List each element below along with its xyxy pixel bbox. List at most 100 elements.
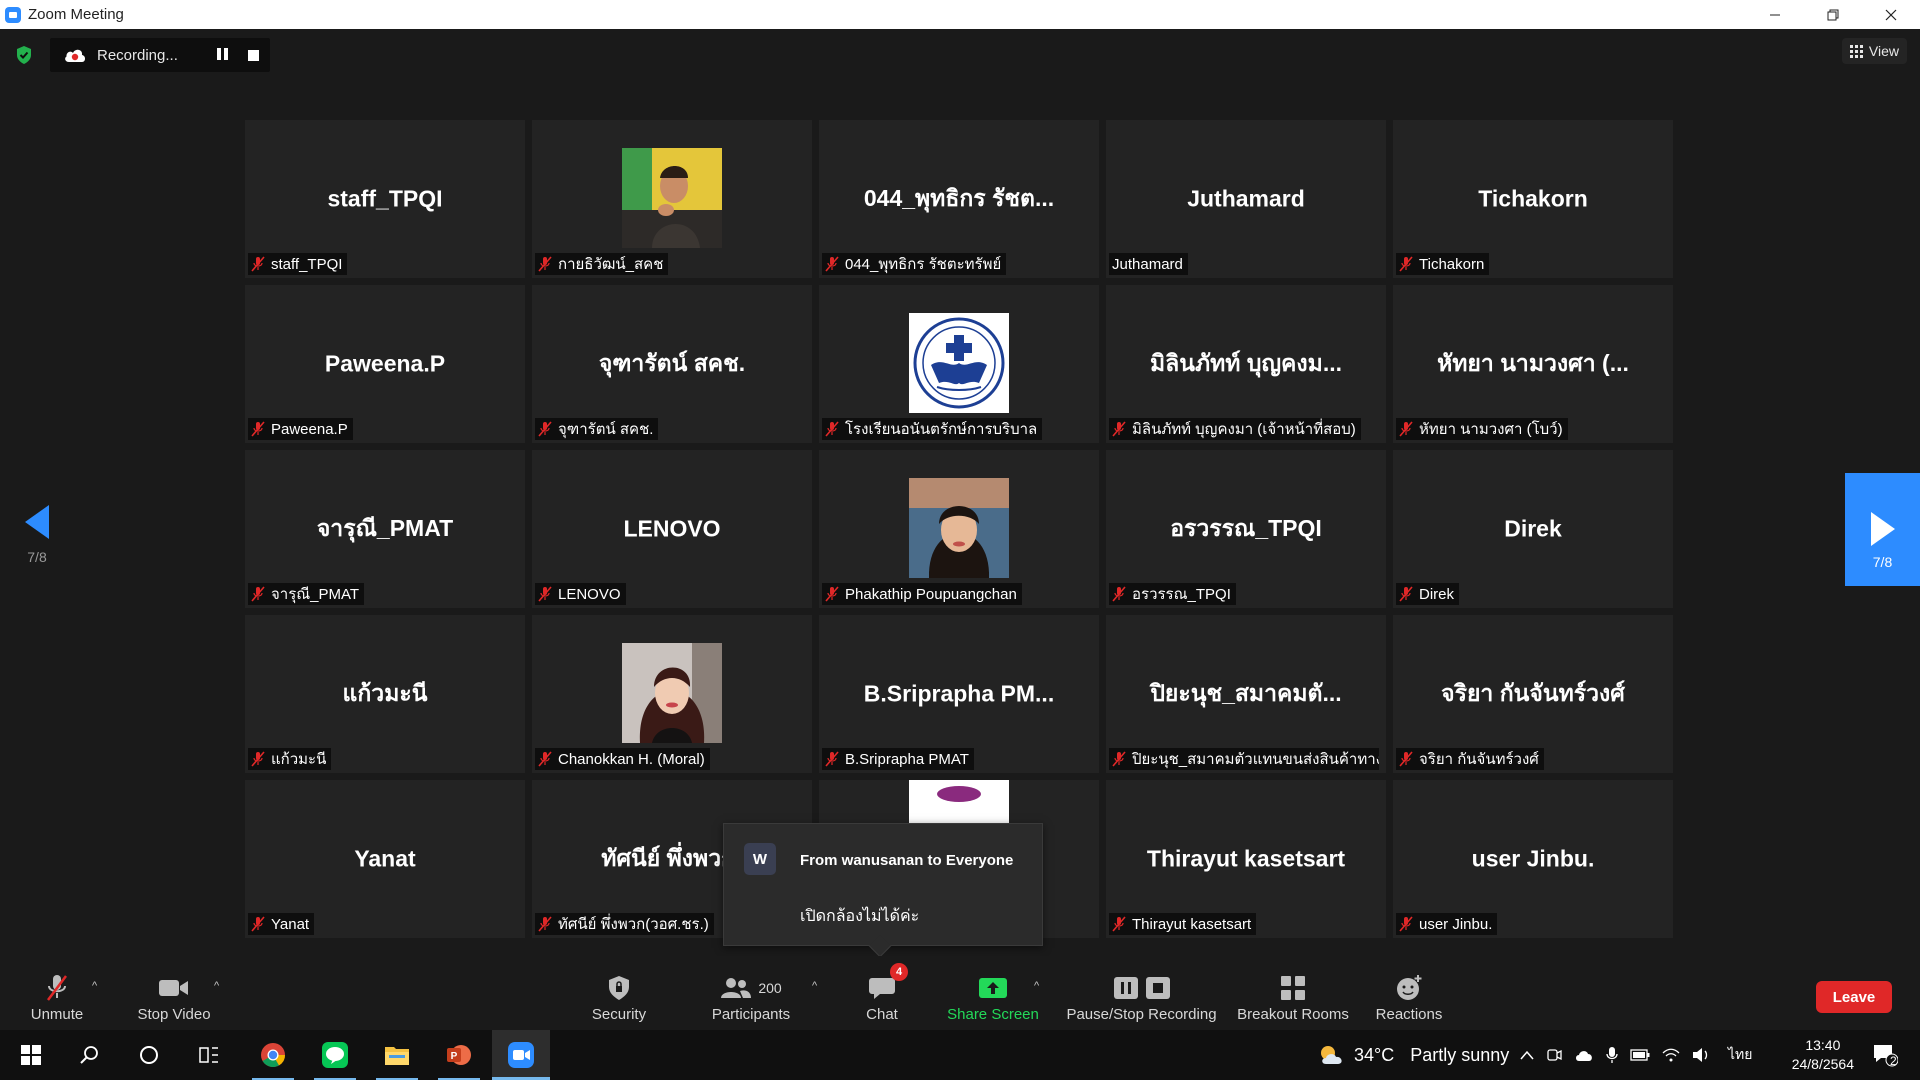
mic-muted-icon [825, 256, 839, 272]
speaker-icon[interactable] [1692, 1047, 1710, 1063]
task-view-icon [199, 1047, 218, 1063]
mic-muted-icon [1399, 916, 1413, 932]
participant-display-name: Juthamard [1187, 185, 1305, 212]
participant-name: Thirayut kasetsart [1132, 915, 1252, 933]
participant-tile[interactable]: จุฑารัตน์ สคช. จุฑารัตน์ สคช. [532, 285, 812, 443]
participant-tile[interactable]: Paweena.P Paweena.P [245, 285, 525, 443]
video-options-caret[interactable]: ^ [214, 980, 219, 992]
security-shield-icon [609, 976, 629, 1000]
taskbar-search-button[interactable] [60, 1030, 118, 1080]
participant-tile[interactable]: กายธิวัฒน์_สคช [532, 120, 812, 278]
action-center-button[interactable]: 2 [1860, 1030, 1910, 1080]
onedrive-cloud-icon[interactable] [1574, 1048, 1594, 1062]
participant-tile[interactable]: มิลินภัทท์ บุญคงม... มิลินภัทท์ บุญคงมา (… [1106, 285, 1386, 443]
participant-tile[interactable]: Juthamard Juthamard [1106, 120, 1386, 278]
wifi-icon[interactable] [1662, 1047, 1680, 1063]
participant-tile[interactable]: หัทยา นามวงศา (... หัทยา นามวงศา (โบว์) [1393, 285, 1673, 443]
line-app-icon [322, 1042, 348, 1068]
restore-button[interactable] [1804, 0, 1862, 29]
mic-muted-icon [538, 586, 552, 602]
close-button[interactable] [1862, 0, 1920, 29]
participant-name: Direk [1419, 585, 1455, 603]
participant-name-tag: มิลินภัทท์ บุญคงมา (เจ้าหน้าที่สอบ) [1109, 418, 1361, 440]
participant-tile[interactable]: staff_TPQI staff_TPQI [245, 120, 525, 278]
participant-name: จารุณี_PMAT [271, 586, 360, 603]
participants-button[interactable]: 200 Participants [706, 956, 796, 1030]
participants-options-caret[interactable]: ^ [812, 980, 817, 992]
battery-icon[interactable] [1630, 1049, 1650, 1061]
mic-muted-icon [825, 421, 839, 437]
breakout-rooms-button[interactable]: Breakout Rooms [1234, 956, 1352, 1030]
participant-tile[interactable]: LENOVO LENOVO [532, 450, 812, 608]
participant-tile[interactable]: Chanokkan H. (Moral) [532, 615, 812, 773]
chat-button[interactable]: 4 Chat [852, 956, 912, 1030]
participant-display-name: จารุณี_PMAT [316, 515, 454, 541]
next-page-button[interactable]: 7/8 [1845, 473, 1920, 586]
input-language[interactable]: ไทย [1728, 1044, 1752, 1066]
audio-options-caret[interactable]: ^ [92, 980, 97, 992]
participant-tile[interactable]: B.Sriprapha PM... B.Sriprapha PMAT [819, 615, 1099, 773]
participant-name: ปิยะนุช_สมาคมตัวแทนขนส่งสินค้าทางอ... [1132, 751, 1379, 768]
previous-page-button[interactable]: 7/8 [20, 505, 54, 575]
start-button[interactable] [2, 1030, 60, 1080]
security-button[interactable]: Security [584, 956, 654, 1030]
breakout-rooms-icon [1281, 976, 1305, 1000]
participant-tile[interactable]: โรงเรียนอนันตรักษ์การบริบาล [819, 285, 1099, 443]
participant-tile[interactable]: user Jinbu. user Jinbu. [1393, 780, 1673, 938]
participant-display-name: user Jinbu. [1471, 845, 1595, 872]
stop-icon [1145, 977, 1170, 999]
taskbar-clock[interactable]: 13:40 24/8/2564 [1792, 1036, 1854, 1074]
mic-muted-icon [251, 421, 265, 437]
pause-stop-recording-button[interactable]: Pause/Stop Recording [1064, 956, 1219, 1030]
minimize-button[interactable] [1746, 0, 1804, 29]
participant-tile[interactable]: จริยา กันจันทร์วงศ์ จริยา กันจันทร์วงศ์ [1393, 615, 1673, 773]
task-view-button[interactable] [180, 1030, 238, 1080]
meet-now-icon[interactable] [1546, 1047, 1562, 1063]
participant-display-name: LENOVO [623, 515, 721, 542]
stop-video-button[interactable]: Stop Video [134, 956, 214, 1030]
taskbar-file-explorer[interactable] [368, 1030, 426, 1080]
share-screen-button[interactable]: Share Screen [943, 956, 1043, 1030]
participant-display-name: จริยา กันจันทร์วงศ์ [1441, 680, 1625, 706]
cortana-button[interactable] [120, 1030, 178, 1080]
pause-recording-button[interactable] [215, 48, 229, 62]
taskbar-zoom[interactable] [492, 1030, 550, 1080]
participant-name-tag: จุฑารัตน์ สคช. [535, 418, 659, 440]
gallery-grid-icon [1849, 44, 1863, 58]
participant-name-tag: Tichakorn [1396, 253, 1490, 275]
encryption-shield-icon[interactable] [15, 45, 33, 65]
participant-tile[interactable]: Direk Direk [1393, 450, 1673, 608]
participant-tile[interactable]: อรวรรณ_TPQI อรวรรณ_TPQI [1106, 450, 1386, 608]
notification-count: 2 [1890, 1054, 1897, 1068]
share-screen-label: Share Screen [947, 1006, 1039, 1023]
mic-muted-icon [1112, 751, 1126, 767]
view-button[interactable]: View [1841, 38, 1907, 64]
share-options-caret[interactable]: ^ [1034, 980, 1039, 992]
participant-tile[interactable]: 044_พุทธิกร รัชต... 044_พุทธิกร รัชตะทรัพ… [819, 120, 1099, 278]
mic-muted-icon [1112, 916, 1126, 932]
participant-tile[interactable]: ปิยะนุช_สมาคมตั... ปิยะนุช_สมาคมตัวแทนขนส… [1106, 615, 1386, 773]
participant-photo [622, 148, 722, 248]
taskbar-powerpoint[interactable]: P [430, 1030, 488, 1080]
microphone-tray-icon[interactable] [1606, 1046, 1618, 1064]
reactions-button[interactable]: Reactions [1370, 956, 1448, 1030]
participant-tile[interactable]: Phakathip Poupuangchan [819, 450, 1099, 608]
weather-widget[interactable]: 34°C Partly sunny [1318, 1030, 1509, 1080]
chat-notification-popup[interactable]: W From wanusanan to Everyone เปิดกล้องไม… [723, 823, 1043, 958]
participant-tile[interactable]: Thirayut kasetsart Thirayut kasetsart [1106, 780, 1386, 938]
participant-tile[interactable]: Tichakorn Tichakorn [1393, 120, 1673, 278]
taskbar-chrome[interactable] [244, 1030, 302, 1080]
taskbar-line[interactable] [306, 1030, 364, 1080]
show-hidden-icons-caret[interactable] [1520, 1050, 1534, 1060]
reactions-label: Reactions [1375, 1006, 1443, 1023]
participant-tile[interactable]: Yanat Yanat [245, 780, 525, 938]
unmute-button[interactable]: Unmute [22, 956, 92, 1030]
stop-recording-button[interactable] [248, 49, 259, 61]
weather-description: Partly sunny [1410, 1044, 1510, 1065]
participant-name: 044_พุทธิกร รัชตะทรัพย์ [845, 256, 1002, 273]
school-logo-image [909, 313, 1009, 413]
participant-tile[interactable]: แก้วมะนี แก้วมะนี [245, 615, 525, 773]
participant-name-tag: จารุณี_PMAT [248, 583, 365, 605]
participant-tile[interactable]: จารุณี_PMAT จารุณี_PMAT [245, 450, 525, 608]
leave-button[interactable]: Leave [1816, 981, 1892, 1013]
